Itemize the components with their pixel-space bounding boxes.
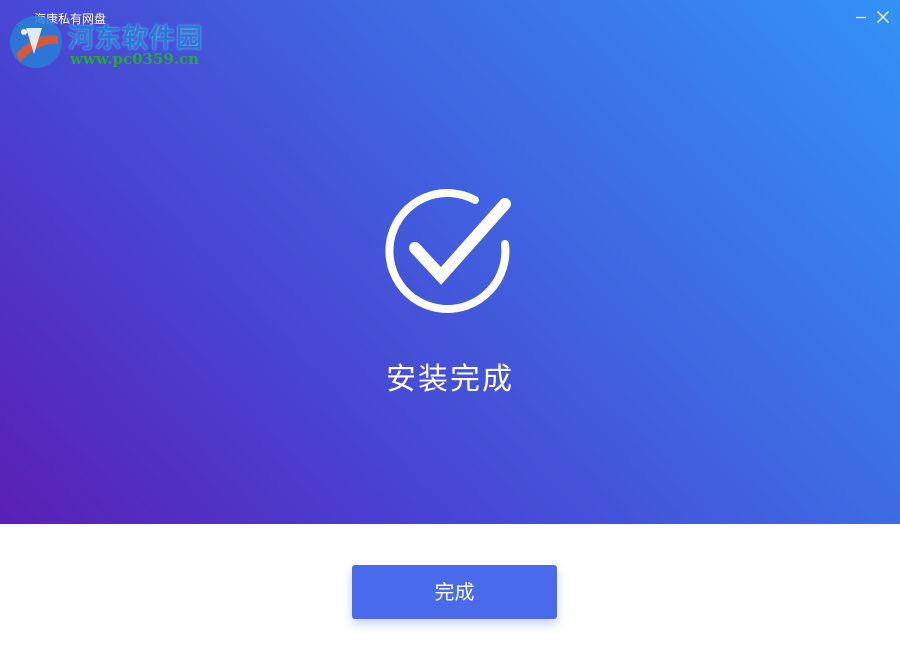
- check-circle-icon: [385, 186, 517, 318]
- watermark-url: www.pc0359.cn: [70, 50, 200, 68]
- watermark: 河东软件园 www.pc0359.cn: [4, 8, 214, 72]
- minimize-button[interactable]: [850, 6, 872, 28]
- close-icon: [877, 11, 889, 23]
- minimize-icon: [856, 16, 866, 19]
- install-complete-message: 安装完成: [386, 362, 514, 397]
- footer-panel: 完成: [0, 524, 900, 659]
- watermark-logo-icon: [8, 14, 64, 70]
- close-button[interactable]: [872, 6, 894, 28]
- hero-panel: 海康私有网盘 河东软件园 www.pc0359.cn 安装完成: [0, 0, 900, 524]
- finish-button[interactable]: 完成: [352, 565, 557, 619]
- installer-window: 海康私有网盘 河东软件园 www.pc0359.cn 安装完成 完成: [0, 0, 900, 659]
